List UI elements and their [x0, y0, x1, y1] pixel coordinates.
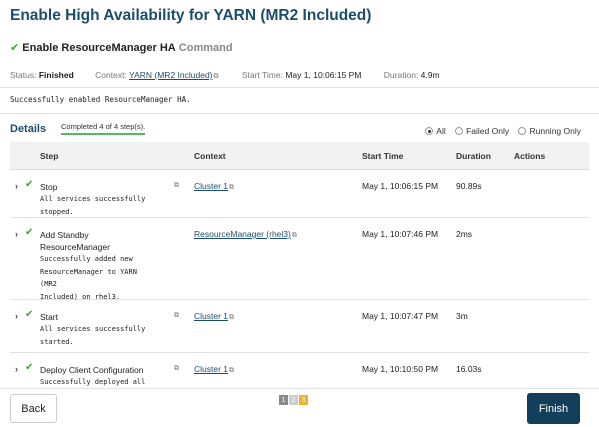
details-title: Details [10, 123, 47, 135]
context-link[interactable]: Cluster 1 [194, 181, 228, 191]
step-message-line: Successfully added new [40, 255, 133, 263]
steps-table: Step Context Start Time Duration Actions… [10, 142, 589, 388]
context-cell: Cluster 1⧉ [194, 181, 234, 192]
context-label: Context: [95, 70, 127, 80]
context-cell: Cluster 1⧉ [194, 311, 234, 322]
header-context[interactable]: Context [194, 151, 226, 161]
step-cell: Start All services successfully started. [40, 311, 180, 348]
command-heading: ✔ Enable ResourceManager HA Command [10, 41, 233, 54]
expand-chevron-icon[interactable]: › [15, 364, 18, 374]
command-word: Command [178, 42, 233, 54]
context-link[interactable]: Cluster 1 [194, 311, 228, 321]
step-indicator-2[interactable]: 2 [289, 395, 298, 405]
step-indicator-1[interactable]: 1 [279, 395, 288, 405]
step-message-line: started. [40, 337, 74, 346]
header-actions: Actions [514, 151, 546, 161]
step-message-line: All services successfully [40, 325, 146, 333]
step-message-line: stopped. [40, 207, 74, 216]
table-header: Step Context Start Time Duration Actions [10, 142, 589, 170]
step-message-line: ResourceManager to YARN (MR2 [40, 267, 137, 289]
table-row: › ✔ Add Standby ResourceManager Successf… [10, 218, 589, 303]
duration-cell: 90.89s [456, 181, 482, 191]
context-link[interactable]: YARN (MR2 Included) [129, 70, 212, 80]
context-link[interactable]: Cluster 1 [194, 364, 228, 374]
success-check-icon: ✔ [25, 179, 34, 190]
step-cell: Deploy Client Configuration Successfully… [40, 364, 180, 388]
command-name: Enable ResourceManager HA [22, 42, 176, 54]
start-time-cell: May 1, 10:07:47 PM [362, 311, 439, 321]
external-link-icon[interactable]: ⧉ [214, 73, 219, 80]
step-label: Start [40, 312, 58, 322]
expand-chevron-icon[interactable]: › [15, 181, 18, 191]
wizard-step-indicator: 1 2 3 [279, 395, 308, 405]
duration-cell: 3m [456, 311, 468, 321]
step-message-line: Successfully deployed all [40, 378, 146, 386]
context-link[interactable]: ResourceManager (rhel3) [194, 229, 291, 239]
header-step[interactable]: Step [40, 151, 58, 161]
header-duration[interactable]: Duration [456, 151, 491, 161]
wizard-footer: Back 1 2 3 Finish [0, 388, 599, 427]
start-time-cell: May 1, 10:06:15 PM [362, 181, 439, 191]
command-result-message: Successfully enabled ResourceManager HA. [10, 95, 191, 104]
finish-button[interactable]: Finish [527, 393, 580, 424]
start-time-cell: May 1, 10:10:50 PM [362, 364, 439, 374]
start-time-label: Start Time: [241, 70, 283, 80]
header-start-time[interactable]: Start Time [362, 151, 403, 161]
table-row: › ✔ Start All services successfully star… [10, 300, 589, 353]
expand-chevron-icon[interactable]: › [15, 311, 18, 321]
expand-chevron-icon[interactable]: › [15, 229, 18, 239]
external-link-icon[interactable]: ⧉ [292, 232, 297, 239]
step-label: Deploy Client Configuration [40, 365, 144, 375]
completed-steps-badge: Completed 4 of 4 step(s). [61, 122, 146, 135]
back-button[interactable]: Back [10, 394, 57, 423]
step-message-line: All services successfully [40, 195, 146, 203]
step-cell: Stop All services successfully stopped. [40, 181, 180, 218]
table-row: › ✔ Deploy Client Configuration Successf… [10, 353, 589, 388]
filter-failed-only[interactable]: Failed Only [455, 126, 509, 136]
step-filter-group: All Failed Only Running Only [418, 126, 581, 137]
external-link-icon[interactable]: ⧉ [229, 184, 234, 191]
status-value: Finished [38, 70, 74, 80]
duration-label: Duration: [383, 70, 419, 80]
step-indicator-3[interactable]: 3 [299, 395, 308, 405]
duration-value: 4.9m [420, 70, 440, 80]
radio-icon[interactable] [518, 127, 527, 135]
start-time-value: May 1, 10:06:15 PM [285, 70, 362, 80]
success-check-icon: ✔ [25, 227, 34, 238]
external-link-icon[interactable]: ⧉ [174, 182, 179, 190]
success-check-icon: ✔ [25, 309, 34, 320]
step-cell: Add Standby ResourceManager Successfully… [40, 229, 150, 303]
filter-all[interactable]: All [425, 126, 446, 136]
external-link-icon[interactable]: ⧉ [174, 365, 179, 373]
radio-selected-icon[interactable] [425, 127, 434, 135]
filter-running-only[interactable]: Running Only [518, 126, 581, 136]
context-cell: Cluster 1⧉ [194, 364, 234, 375]
page-title: Enable High Availability for YARN (MR2 I… [10, 7, 372, 24]
divider [0, 87, 599, 88]
duration-cell: 2ms [456, 229, 473, 239]
table-row: › ✔ Stop All services successfully stopp… [10, 170, 589, 218]
step-label: Stop [40, 182, 58, 192]
context-cell: ResourceManager (rhel3)⧉ [194, 229, 297, 240]
success-check-icon: ✔ [10, 42, 20, 54]
external-link-icon[interactable]: ⧉ [229, 367, 234, 374]
start-time-cell: May 1, 10:07:46 PM [362, 229, 439, 239]
step-label: Add Standby ResourceManager [40, 230, 110, 252]
radio-icon[interactable] [455, 127, 464, 135]
external-link-icon[interactable]: ⧉ [229, 314, 234, 321]
success-check-icon: ✔ [25, 362, 34, 373]
duration-cell: 16.03s [456, 364, 482, 374]
divider [0, 113, 599, 114]
status-label: Status: [10, 70, 37, 80]
command-meta: Status: Finished Context: YARN (MR2 Incl… [10, 70, 440, 81]
external-link-icon[interactable]: ⧉ [174, 312, 179, 320]
